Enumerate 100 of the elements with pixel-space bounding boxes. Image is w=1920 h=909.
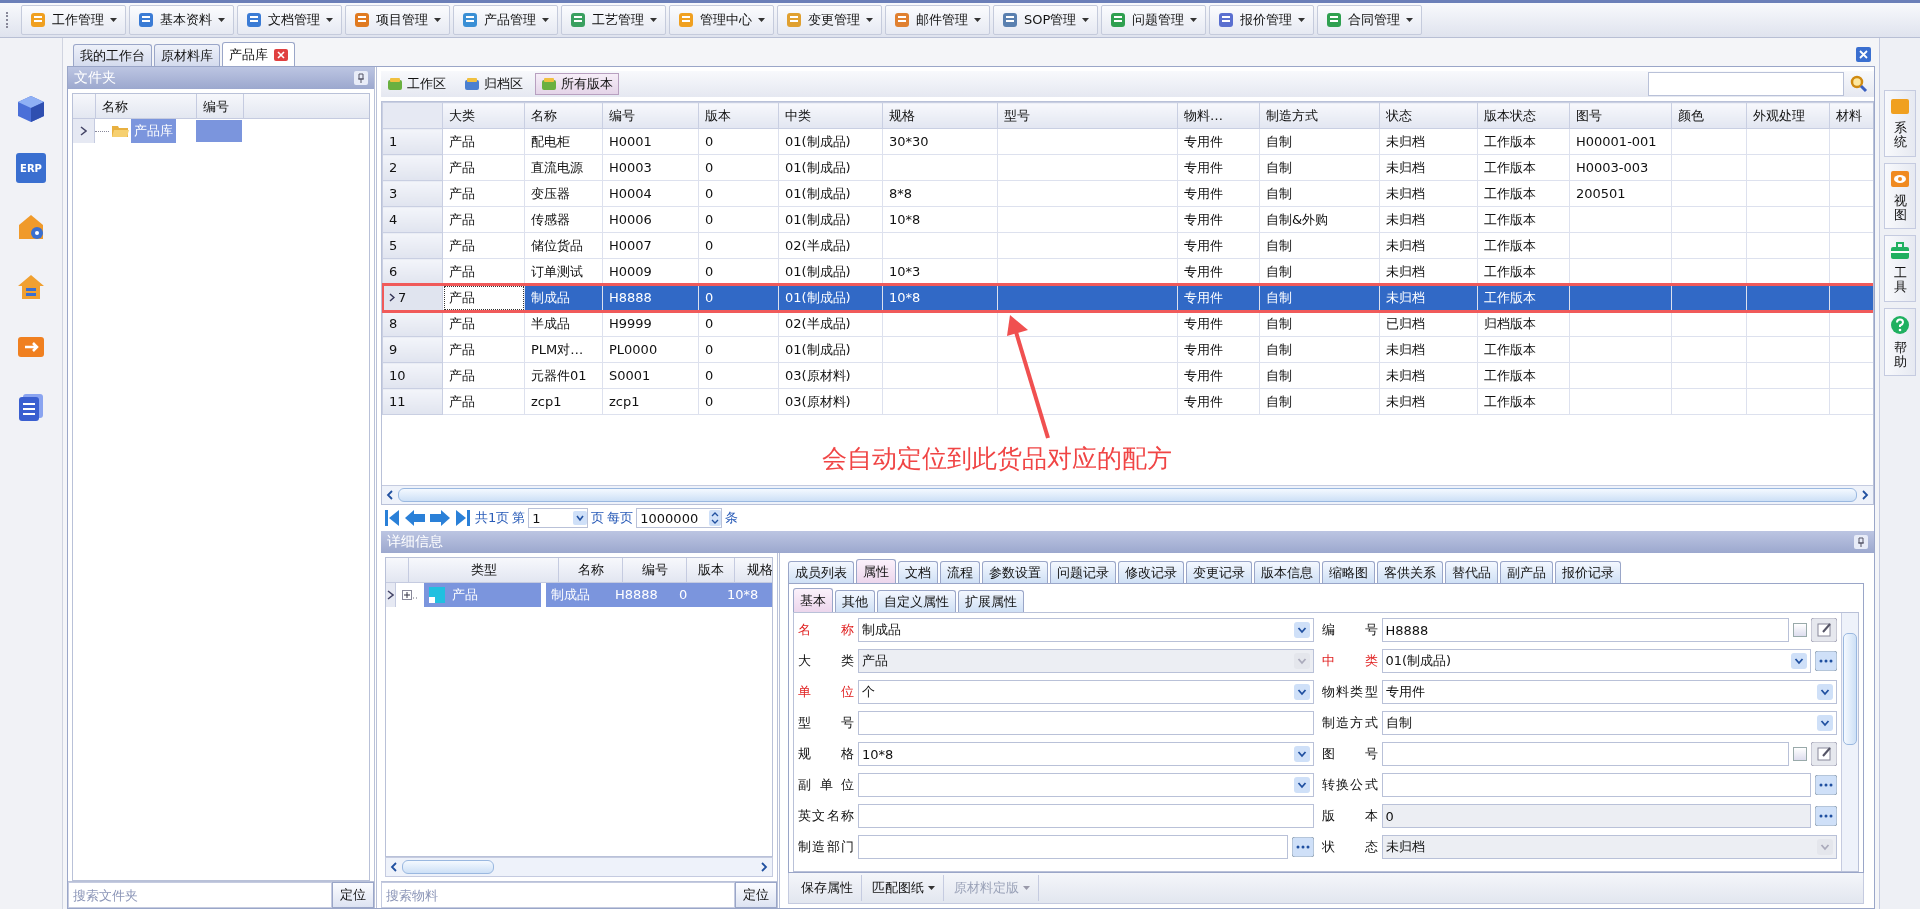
column-header[interactable]: 名称 — [524, 102, 603, 129]
input-field[interactable]: 个 — [858, 680, 1314, 704]
input-field[interactable]: H8888 — [1381, 618, 1789, 642]
input-field[interactable] — [858, 773, 1314, 797]
close-icon[interactable] — [1856, 46, 1871, 62]
column-header[interactable]: 版本 — [687, 558, 735, 582]
column-header[interactable]: 制造方式 — [1259, 102, 1380, 129]
menu-item[interactable]: 邮件管理 — [885, 5, 990, 35]
column-header[interactable]: 类型 — [409, 558, 559, 582]
column-header[interactable]: 名称 — [96, 94, 197, 118]
tab[interactable]: 流程 — [940, 561, 980, 583]
menu-item[interactable]: 问题管理 — [1101, 5, 1207, 35]
next-page-icon[interactable] — [429, 508, 451, 528]
erp-badge[interactable]: ERP — [16, 153, 46, 183]
dropdown-icon[interactable] — [1293, 777, 1310, 793]
last-page-icon[interactable] — [454, 508, 472, 528]
input-field[interactable] — [858, 804, 1314, 828]
menu-item[interactable]: 产品管理 — [453, 5, 558, 35]
column-header[interactable]: 外观处理 — [1746, 102, 1830, 129]
edit-icon[interactable] — [1811, 618, 1837, 642]
menu-item[interactable]: 合同管理 — [1317, 5, 1423, 35]
column-header[interactable]: 名称 — [559, 558, 623, 582]
column-header[interactable]: 物料… — [1177, 102, 1260, 129]
previous-page-icon[interactable] — [404, 508, 426, 528]
action-button[interactable]: 匹配图纸 — [864, 875, 944, 901]
dropdown-icon[interactable] — [1817, 684, 1833, 700]
menu-item[interactable]: 报价管理 — [1209, 5, 1315, 35]
menu-item[interactable]: 工艺管理 — [561, 5, 666, 35]
column-header[interactable]: 颜色 — [1671, 102, 1747, 129]
dropdown-icon[interactable] — [1817, 715, 1833, 731]
tab[interactable]: 文档 — [898, 561, 938, 583]
horizontal-scrollbar[interactable] — [382, 485, 1873, 504]
checkbox[interactable] — [1793, 623, 1807, 637]
tab[interactable]: 变更记录 — [1186, 561, 1252, 583]
column-header[interactable]: 版本 — [698, 102, 779, 129]
dropdown-icon[interactable] — [1293, 684, 1310, 700]
input-field[interactable]: 专用件 — [1381, 680, 1837, 704]
page-size-field[interactable]: 1000000 — [636, 508, 723, 528]
search-field[interactable]: 搜索文件夹 — [68, 882, 332, 908]
input-field[interactable]: 10*8 — [858, 742, 1314, 766]
ellipsis-icon[interactable] — [1815, 775, 1837, 795]
spinner-icon[interactable] — [709, 510, 722, 526]
sidebar-button[interactable]: 视图 — [1884, 162, 1916, 230]
tab[interactable]: 问题记录 — [1050, 561, 1116, 583]
input-field[interactable] — [1381, 742, 1789, 766]
tab[interactable]: 基本 — [793, 588, 833, 612]
page-field[interactable]: 1 — [528, 508, 589, 528]
menu-item[interactable]: 文档管理 — [237, 5, 342, 35]
column-header[interactable]: 图号 — [1569, 102, 1672, 129]
document-tab[interactable]: 原材料库 — [154, 44, 220, 66]
pin-icon[interactable] — [354, 71, 368, 85]
dropdown-icon[interactable] — [1791, 653, 1807, 669]
document-tab[interactable]: 产品库 — [222, 42, 295, 66]
column-header[interactable]: 材料 — [1829, 102, 1873, 129]
tab[interactable]: 扩展属性 — [958, 590, 1024, 612]
tab[interactable]: 缩略图 — [1322, 561, 1375, 583]
cube-icon[interactable] — [15, 93, 47, 125]
document-tab[interactable]: 我的工作台 — [73, 44, 152, 66]
menu-item[interactable]: 工作管理 — [21, 5, 126, 35]
tab[interactable]: 报价记录 — [1555, 561, 1621, 583]
tab[interactable]: 参数设置 — [982, 561, 1048, 583]
dropdown-icon[interactable] — [573, 511, 588, 525]
pin-icon[interactable] — [1854, 535, 1868, 549]
edit-icon[interactable] — [1811, 742, 1837, 766]
column-header[interactable]: 版本状态 — [1477, 102, 1570, 129]
dropdown-icon[interactable] — [1293, 746, 1310, 762]
input-field[interactable]: 制成品 — [858, 618, 1314, 642]
sidebar-button[interactable]: 工具 — [1884, 235, 1916, 302]
locate-button[interactable]: 定位 — [332, 882, 374, 908]
vertical-scrollbar[interactable] — [1841, 613, 1858, 871]
column-header[interactable]: 规格 — [735, 558, 772, 582]
expand-icon[interactable] — [402, 590, 418, 600]
menu-item[interactable]: 基本资料 — [129, 5, 234, 35]
column-header[interactable]: 状态 — [1379, 102, 1478, 129]
menu-item[interactable]: SOP管理 — [993, 5, 1099, 35]
input-field[interactable]: 01(制成品) — [1381, 649, 1811, 673]
checkbox[interactable] — [1793, 747, 1807, 761]
column-header[interactable]: 编号 — [623, 558, 687, 582]
input-field[interactable] — [1381, 773, 1811, 797]
tab[interactable]: 替代品 — [1445, 561, 1498, 583]
tab[interactable]: 修改记录 — [1118, 561, 1184, 583]
close-icon[interactable] — [274, 48, 288, 61]
horizontal-scrollbar[interactable] — [385, 857, 773, 877]
menu-item[interactable]: 项目管理 — [345, 5, 450, 35]
first-page-icon[interactable] — [383, 508, 401, 528]
column-header[interactable]: 编号 — [197, 94, 244, 118]
column-header[interactable]: 规格 — [882, 102, 998, 129]
input-field[interactable] — [858, 711, 1314, 735]
menu-item[interactable]: 变更管理 — [777, 5, 882, 35]
search-field[interactable] — [1648, 72, 1844, 96]
menu-item[interactable]: 管理中心 — [669, 5, 774, 35]
action-button[interactable]: 保存属性 — [793, 875, 862, 901]
tab[interactable]: 其他 — [835, 590, 875, 612]
toolbar-button[interactable]: 归档区 — [458, 73, 529, 95]
ellipsis-icon[interactable] — [1291, 837, 1314, 857]
tab[interactable]: 副产品 — [1500, 561, 1553, 583]
dropdown-icon[interactable] — [1293, 622, 1310, 638]
column-header[interactable]: 编号 — [602, 102, 699, 129]
search-icon[interactable] — [1850, 75, 1868, 93]
tab[interactable]: 自定义属性 — [877, 590, 956, 612]
